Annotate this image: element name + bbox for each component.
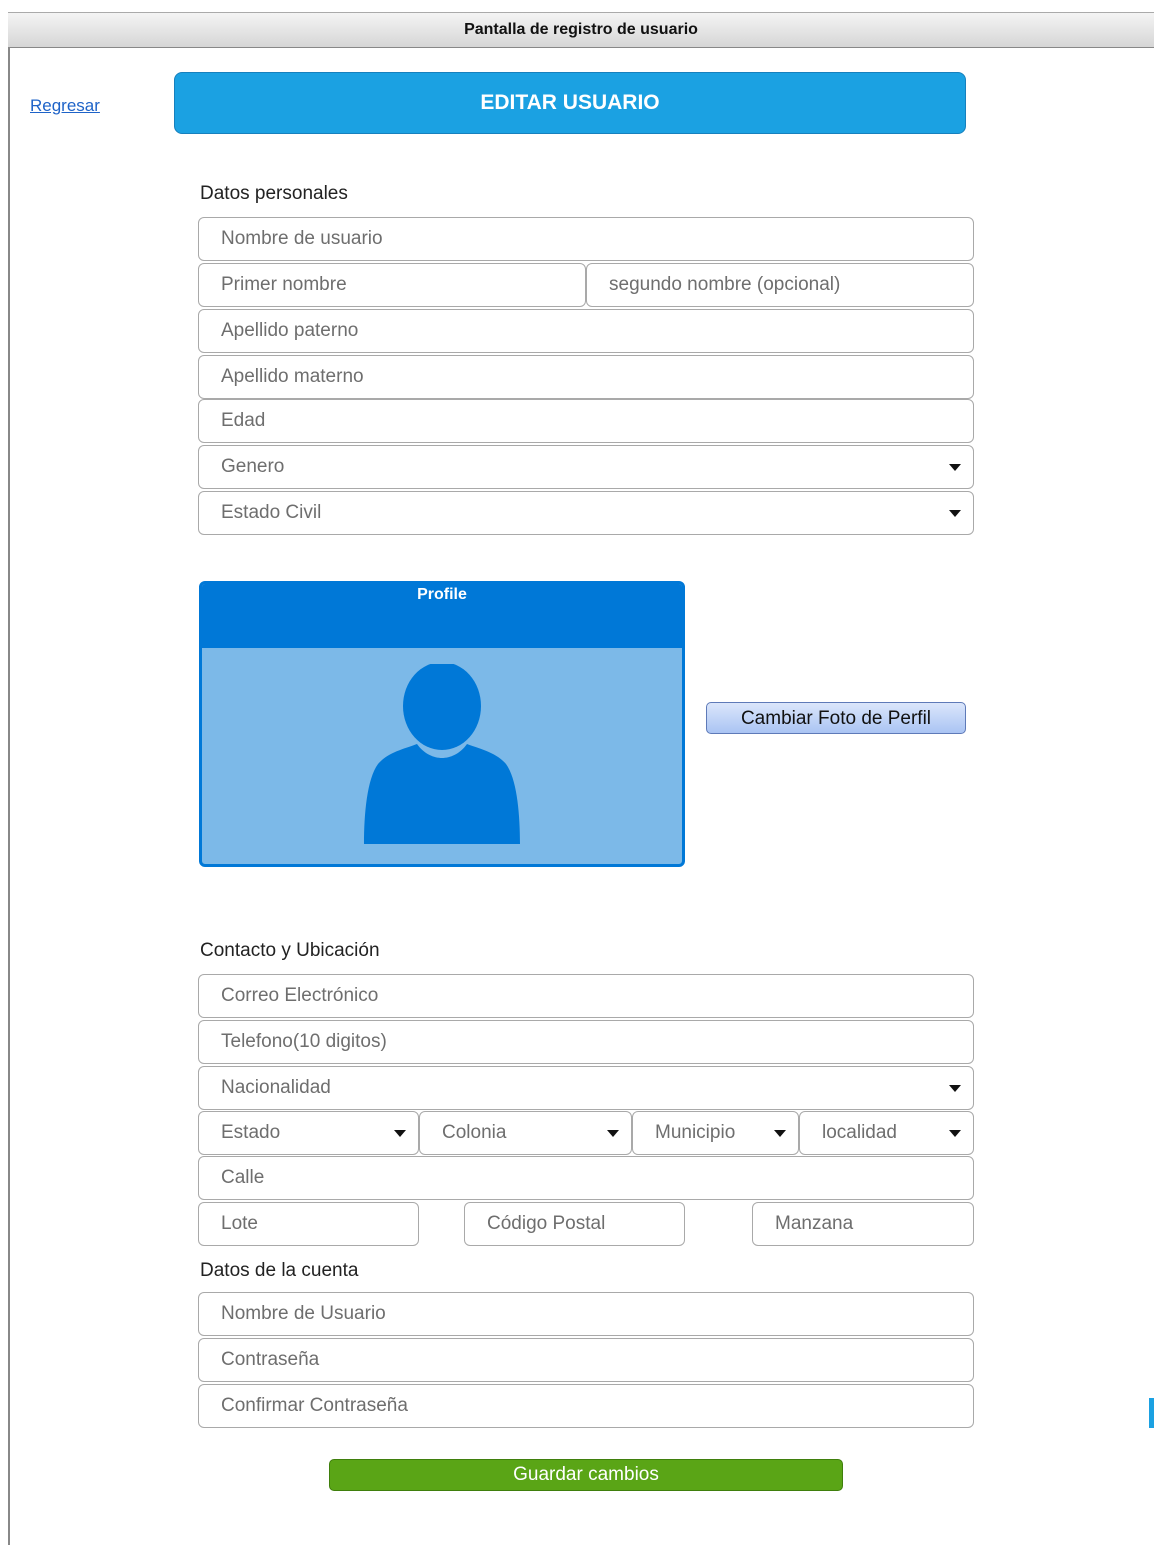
window-titlebar: Pantalla de registro de usuario xyxy=(8,12,1154,48)
age-input[interactable] xyxy=(199,400,973,442)
chevron-down-icon xyxy=(394,1130,406,1137)
confirm-password-field[interactable] xyxy=(198,1384,974,1428)
chevron-down-icon xyxy=(949,1085,961,1092)
paternal-surname-input[interactable] xyxy=(199,310,973,352)
marital-status-select-value: Estado Civil xyxy=(221,502,322,523)
window-border xyxy=(8,12,10,1545)
locality-select-value: localidad xyxy=(822,1122,897,1143)
save-changes-button[interactable]: Guardar cambios xyxy=(329,1459,843,1491)
maternal-surname-field[interactable] xyxy=(198,355,974,399)
email-field[interactable] xyxy=(198,974,974,1018)
account-section-title: Datos de la cuenta xyxy=(200,1260,359,1281)
maternal-surname-input[interactable] xyxy=(199,356,973,398)
password-field[interactable] xyxy=(198,1338,974,1382)
colony-select[interactable]: Colonia xyxy=(419,1111,632,1155)
chevron-down-icon xyxy=(949,464,961,471)
contact-section-title: Contacto y Ubicación xyxy=(200,940,380,961)
email-input[interactable] xyxy=(199,975,973,1017)
first-name-input[interactable] xyxy=(199,264,585,306)
colony-select-value: Colonia xyxy=(442,1122,507,1143)
nationality-select-value: Nacionalidad xyxy=(221,1077,331,1098)
locality-select[interactable]: localidad xyxy=(799,1111,974,1155)
account-username-input[interactable] xyxy=(199,1293,973,1335)
phone-input[interactable] xyxy=(199,1021,973,1063)
back-link[interactable]: Regresar xyxy=(30,96,100,116)
postal-code-field[interactable] xyxy=(464,1202,685,1246)
second-name-field[interactable] xyxy=(586,263,974,307)
state-select-value: Estado xyxy=(221,1122,281,1143)
gender-select[interactable]: Genero xyxy=(198,445,974,489)
lot-input[interactable] xyxy=(199,1203,418,1245)
phone-field[interactable] xyxy=(198,1020,974,1064)
gender-select-value: Genero xyxy=(221,456,285,477)
marital-status-select[interactable]: Estado Civil xyxy=(198,491,974,535)
username-field[interactable] xyxy=(198,217,974,261)
password-input[interactable] xyxy=(199,1339,973,1381)
block-field[interactable] xyxy=(752,1202,974,1246)
chevron-down-icon xyxy=(774,1130,786,1137)
postal-code-input[interactable] xyxy=(465,1203,684,1245)
lot-field[interactable] xyxy=(198,1202,419,1246)
state-select[interactable]: Estado xyxy=(198,1111,419,1155)
municipality-select-value: Municipio xyxy=(655,1122,736,1143)
account-username-field[interactable] xyxy=(198,1292,974,1336)
chevron-down-icon xyxy=(949,510,961,517)
street-input[interactable] xyxy=(199,1157,973,1199)
user-silhouette-icon xyxy=(364,664,520,844)
page-title: EDITAR USUARIO xyxy=(174,72,966,134)
age-field[interactable] xyxy=(198,399,974,443)
profile-card-header: Profile xyxy=(202,584,682,648)
chevron-down-icon xyxy=(607,1130,619,1137)
chevron-down-icon xyxy=(949,1130,961,1137)
first-name-field[interactable] xyxy=(198,263,586,307)
street-field[interactable] xyxy=(198,1156,974,1200)
second-name-input[interactable] xyxy=(587,264,973,306)
scrollbar-edge xyxy=(1149,1398,1154,1428)
change-profile-photo-button[interactable]: Cambiar Foto de Perfil xyxy=(706,702,966,734)
personal-section-title: Datos personales xyxy=(200,183,348,204)
confirm-password-input[interactable] xyxy=(199,1385,973,1427)
municipality-select[interactable]: Municipio xyxy=(632,1111,799,1155)
block-input[interactable] xyxy=(753,1203,973,1245)
profile-card: Profile xyxy=(199,581,685,867)
paternal-surname-field[interactable] xyxy=(198,309,974,353)
nationality-select[interactable]: Nacionalidad xyxy=(198,1066,974,1110)
username-input[interactable] xyxy=(199,218,973,260)
